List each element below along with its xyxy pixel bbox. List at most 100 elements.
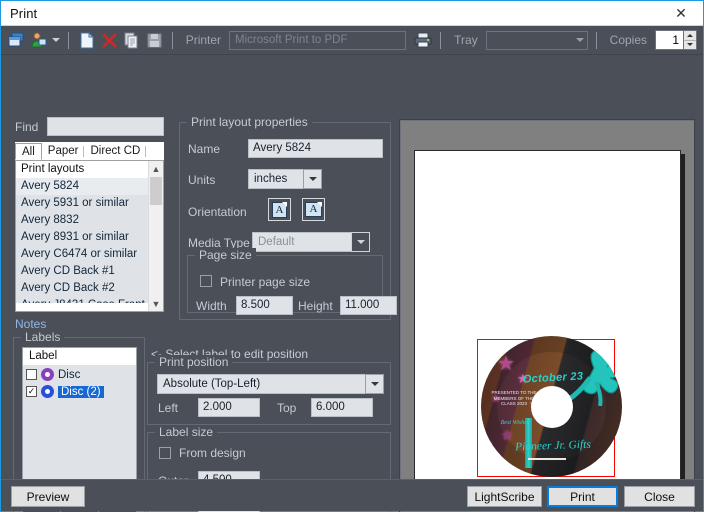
print-position-value: Absolute (Top-Left) [157, 374, 365, 394]
tray-label: Tray [454, 33, 478, 47]
preview-page: ★ ★ ★ ★ ★ ★ PRESENTED TO THE MEMBERS OF … [414, 150, 681, 495]
copies-value[interactable]: 1 [655, 30, 684, 50]
chevron-down-icon[interactable] [351, 232, 370, 252]
page-size-group: Page size Printer page size Width 8.500 … [187, 248, 397, 315]
tab-all[interactable]: All [15, 143, 42, 160]
scrollbar-thumb[interactable] [150, 177, 162, 205]
from-design-label: From design [179, 446, 246, 460]
toolbar-separator-3 [440, 31, 442, 49]
chevron-down-icon [575, 37, 584, 42]
from-design-checkbox[interactable] [159, 447, 171, 459]
list-item[interactable]: Avery 8931 or similar [16, 229, 163, 246]
printer-page-size-checkbox[interactable] [200, 275, 212, 287]
print-layout-properties-legend: Print layout properties [187, 115, 312, 129]
page-size-legend: Page size [195, 248, 256, 262]
height-field[interactable]: 11.000 [340, 296, 397, 315]
star-icon: ★ [501, 427, 514, 443]
chevron-up-icon[interactable]: ▲ [149, 161, 163, 176]
print-position-select[interactable]: Absolute (Top-Left) [157, 374, 384, 394]
page-portrait-icon: A [272, 201, 287, 218]
copies-increment-button[interactable] [684, 31, 697, 41]
print-position-legend: Print position [155, 355, 233, 369]
dialog-footer: Preview LightScribe Print Close [1, 479, 703, 511]
printer-page-size-label: Printer page size [220, 275, 311, 289]
copies-decrement-button[interactable] [684, 41, 696, 50]
close-button-label: Close [644, 489, 675, 504]
left-field[interactable]: 2.000 [198, 398, 260, 417]
height-label: Height [298, 299, 333, 313]
print-preview[interactable]: ★ ★ ★ ★ ★ ★ PRESENTED TO THE MEMBERS OF … [399, 119, 695, 512]
copy-layouts-icon[interactable] [7, 29, 26, 51]
close-button[interactable]: Close [624, 486, 695, 507]
list-item[interactable]: Avery CD Back #1 [16, 263, 163, 280]
name-field[interactable]: Avery 5824 [248, 139, 383, 158]
left-label: Left [158, 401, 179, 415]
print-layouts-list[interactable]: Print layouts Avery 5824 Avery 5931 or s… [15, 160, 164, 312]
notes-label[interactable]: Notes [15, 317, 46, 331]
list-item[interactable]: Avery C6474 or similar [16, 246, 163, 263]
list-item[interactable]: Avery 5931 or similar [16, 195, 163, 212]
printer-field[interactable]: Microsoft Print to PDF [229, 30, 406, 50]
list-item[interactable]: Avery CD Back #2 [16, 280, 163, 297]
star-icon: ★ [497, 353, 515, 375]
list-item[interactable]: ✓ Disc (2) [23, 383, 136, 400]
orientation-landscape-button[interactable]: A [302, 198, 325, 221]
label-size-legend: Label size [155, 425, 218, 439]
width-label: Width [196, 299, 227, 313]
user-layouts-icon[interactable] [29, 29, 48, 51]
tab-paper[interactable]: Paper [41, 143, 85, 160]
print-button-label: Print [570, 489, 595, 504]
page-landscape-icon: A [305, 202, 322, 217]
save-icon[interactable] [144, 29, 163, 51]
units-select[interactable]: inches [248, 169, 322, 189]
tray-select[interactable] [485, 30, 588, 50]
top-field[interactable]: 6.000 [311, 398, 373, 417]
preview-button[interactable]: Preview [11, 486, 85, 507]
dialog-content: Find All Paper Direct CD Print layouts A… [1, 55, 703, 512]
printer-icon[interactable] [413, 29, 432, 51]
disc-icon [41, 368, 54, 381]
orientation-portrait-button[interactable]: A [268, 198, 291, 221]
tab-direct-cd[interactable]: Direct CD [84, 143, 147, 160]
toolbar-separator-2 [171, 31, 173, 49]
list-item[interactable]: Avery 8832 [16, 212, 163, 229]
disc-artwork: ★ ★ ★ ★ ★ ★ PRESENTED TO THE MEMBERS OF … [481, 336, 622, 477]
print-button[interactable]: Print [547, 486, 618, 507]
preview-button-label: Preview [26, 489, 70, 504]
chevron-down-icon[interactable]: ▼ [149, 296, 163, 311]
copy-document-icon[interactable] [122, 29, 141, 51]
units-label: Units [188, 173, 216, 187]
chevron-down-icon[interactable] [365, 374, 384, 394]
delete-document-icon[interactable] [99, 29, 118, 51]
label-placement-box[interactable]: ★ ★ ★ ★ ★ ★ PRESENTED TO THE MEMBERS OF … [477, 336, 622, 477]
chevron-down-icon[interactable] [303, 169, 322, 189]
layouts-scrollbar[interactable]: ▲ ▼ [148, 161, 163, 311]
close-icon[interactable]: ✕ [659, 1, 703, 25]
layout-tabs: All Paper Direct CD [15, 142, 164, 160]
print-position-group: Print position Absolute (Top-Left) Left … [147, 355, 391, 425]
labels-list[interactable]: Label Disc ✓ Disc (2) [22, 347, 137, 484]
top-label: Top [277, 401, 297, 415]
media-type-select[interactable]: Default [252, 232, 370, 252]
print-layouts-rows: Avery 5824 Avery 5931 or similar Avery 8… [16, 178, 163, 303]
units-value: inches [248, 169, 303, 189]
label-checkbox[interactable] [26, 369, 37, 380]
list-item[interactable]: Disc [23, 366, 136, 383]
lightscribe-button[interactable]: LightScribe [467, 486, 542, 507]
title-bar: Print ✕ [1, 1, 703, 26]
find-input[interactable] [47, 117, 164, 136]
new-document-icon[interactable] [77, 29, 96, 51]
list-item[interactable]: Avery 5824 [16, 178, 163, 195]
tab-divider-2 [145, 146, 147, 157]
tab-all-label: All [22, 146, 35, 158]
disc-script-text: Best Wishes [500, 420, 530, 426]
toolbar-separator [67, 31, 69, 49]
chevron-down-icon[interactable] [51, 29, 60, 51]
disc-icon [41, 385, 54, 398]
label-checkbox[interactable]: ✓ [26, 386, 37, 397]
copies-label: Copies [609, 33, 648, 47]
label-name: Disc [58, 368, 81, 381]
copies-stepper[interactable]: 1 [655, 30, 698, 50]
list-item[interactable]: Avery J8431 Case Front [16, 297, 163, 303]
width-field[interactable]: 8.500 [236, 296, 293, 315]
